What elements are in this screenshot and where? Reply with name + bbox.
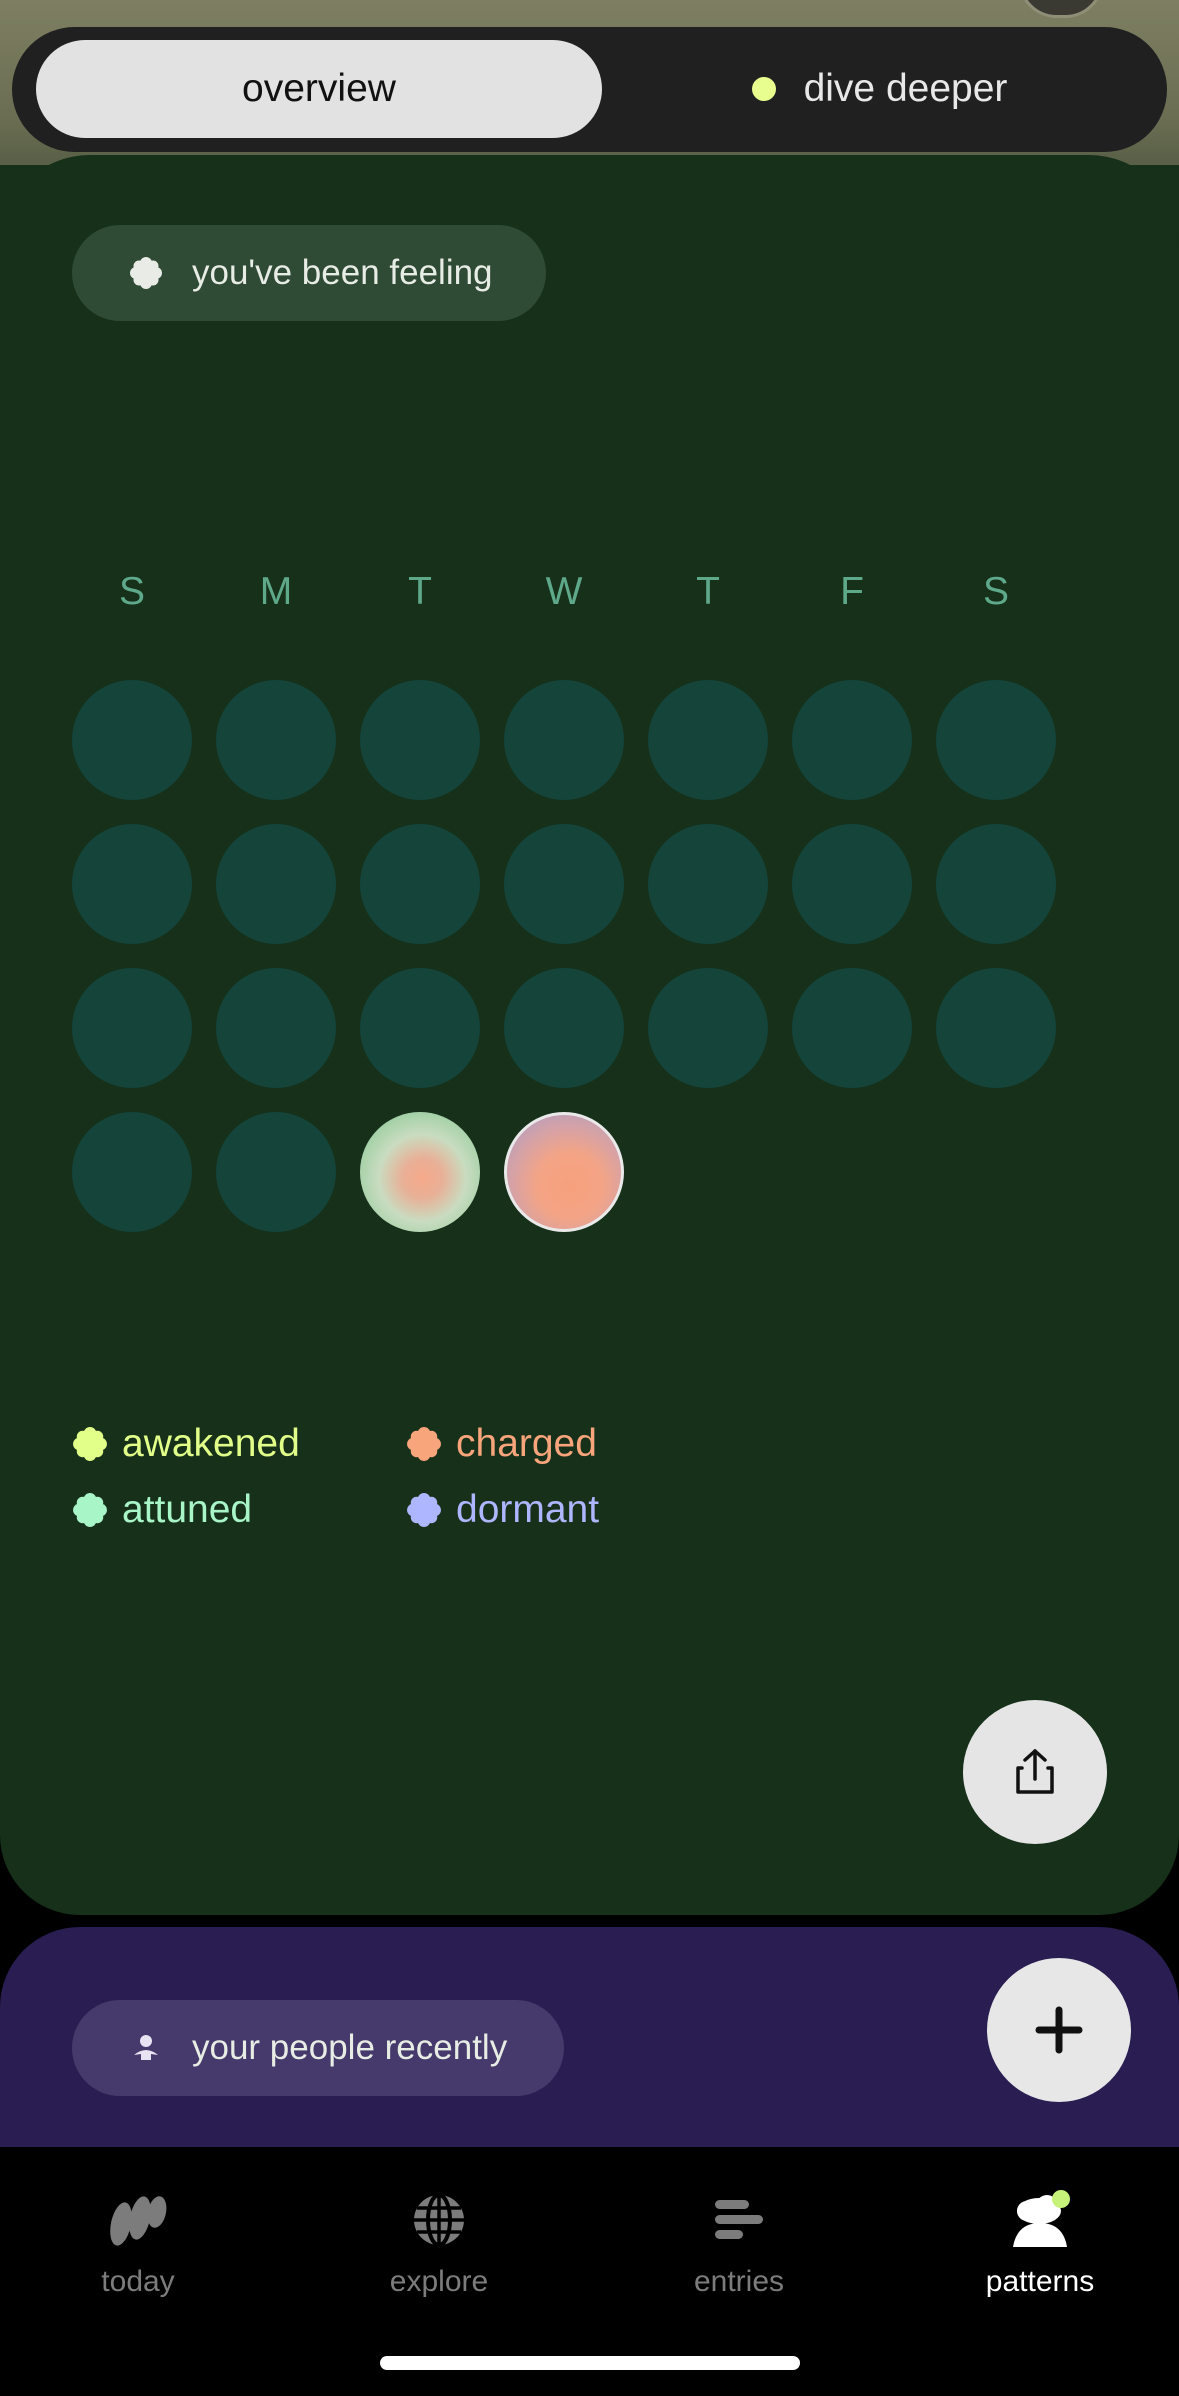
calendar-day-mood-entry[interactable] bbox=[360, 1112, 480, 1232]
globe-icon bbox=[404, 2185, 474, 2255]
legend-label: awakened bbox=[122, 1422, 300, 1465]
weekday-label: W bbox=[545, 570, 583, 613]
calendar-day[interactable] bbox=[648, 824, 768, 944]
calendar-day[interactable] bbox=[504, 680, 624, 800]
calendar-day[interactable] bbox=[792, 968, 912, 1088]
share-icon bbox=[1016, 1749, 1054, 1794]
legend-item-charged: charged bbox=[406, 1422, 597, 1466]
tab-explore[interactable]: explore bbox=[339, 2185, 539, 2305]
people-chip: your people recently bbox=[72, 2000, 564, 2096]
calendar-day[interactable] bbox=[792, 680, 912, 800]
tab-entries-label: entries bbox=[693, 2265, 785, 2298]
calendar-day[interactable] bbox=[72, 824, 192, 944]
share-button[interactable] bbox=[963, 1700, 1107, 1844]
calendar-day[interactable] bbox=[360, 968, 480, 1088]
calendar-day[interactable] bbox=[936, 824, 1056, 944]
weekday-label: F bbox=[840, 570, 864, 613]
flower-icon bbox=[73, 1493, 107, 1527]
calendar-day[interactable] bbox=[216, 824, 336, 944]
legend-label: charged bbox=[456, 1422, 597, 1465]
tab-entries[interactable]: entries bbox=[639, 2185, 839, 2305]
home-indicator[interactable] bbox=[380, 2356, 800, 2370]
calendar-day[interactable] bbox=[936, 968, 1056, 1088]
legend-label: dormant bbox=[456, 1488, 600, 1531]
calendar-day[interactable] bbox=[792, 824, 912, 944]
patterns-icon bbox=[1005, 2185, 1075, 2255]
status-dot-icon bbox=[751, 77, 776, 101]
person-icon bbox=[128, 2030, 164, 2066]
calendar-day[interactable] bbox=[216, 1112, 336, 1232]
calendar-day[interactable] bbox=[216, 680, 336, 800]
calendar-day[interactable] bbox=[504, 824, 624, 944]
tab-overview-label: overview bbox=[242, 67, 396, 110]
tab-explore-label: explore bbox=[389, 2265, 489, 2298]
add-entry-button[interactable] bbox=[987, 1958, 1131, 2102]
calendar-day[interactable] bbox=[72, 680, 192, 800]
legend-item-dormant: dormant bbox=[406, 1488, 599, 1532]
weekday-label: T bbox=[408, 570, 432, 613]
today-icon bbox=[103, 2185, 173, 2255]
legend-item-awakened: awakened bbox=[72, 1422, 300, 1466]
flower-icon bbox=[128, 255, 164, 291]
feeling-chip: you've been feeling bbox=[72, 225, 546, 321]
calendar-day[interactable] bbox=[216, 968, 336, 1088]
view-switcher: overview dive deeper bbox=[12, 27, 1167, 152]
flower-icon bbox=[407, 1427, 441, 1461]
weekday-label: S bbox=[982, 570, 1009, 613]
calendar-day[interactable] bbox=[360, 680, 480, 800]
people-chip-label: your people recently bbox=[192, 2028, 508, 2067]
calendar-day[interactable] bbox=[72, 1112, 192, 1232]
tab-overview[interactable]: overview bbox=[36, 40, 602, 138]
weekday-label: T bbox=[696, 570, 720, 613]
tab-today[interactable]: today bbox=[38, 2185, 238, 2305]
plus-icon bbox=[1035, 2006, 1083, 2054]
calendar-day-today[interactable] bbox=[504, 1112, 624, 1232]
tab-patterns-label: patterns bbox=[985, 2265, 1095, 2298]
calendar-day[interactable] bbox=[936, 680, 1056, 800]
flower-icon bbox=[407, 1493, 441, 1527]
legend-item-attuned: attuned bbox=[72, 1488, 252, 1532]
calendar-day[interactable] bbox=[360, 824, 480, 944]
calendar-day[interactable] bbox=[648, 680, 768, 800]
calendar-day[interactable] bbox=[72, 968, 192, 1088]
tab-today-label: today bbox=[101, 2265, 175, 2298]
weekday-label: S bbox=[118, 570, 145, 613]
calendar-day[interactable] bbox=[504, 968, 624, 1088]
calendar-day[interactable] bbox=[648, 968, 768, 1088]
entries-icon bbox=[704, 2185, 774, 2255]
weekday-label: M bbox=[259, 570, 293, 613]
flower-icon bbox=[73, 1427, 107, 1461]
tab-dive-deeper[interactable]: dive deeper bbox=[602, 40, 1157, 138]
tab-dive-deeper-label: dive deeper bbox=[803, 67, 1008, 110]
tab-patterns[interactable]: patterns bbox=[940, 2185, 1140, 2305]
legend-label: attuned bbox=[122, 1488, 253, 1531]
feeling-chip-label: you've been feeling bbox=[192, 253, 493, 292]
